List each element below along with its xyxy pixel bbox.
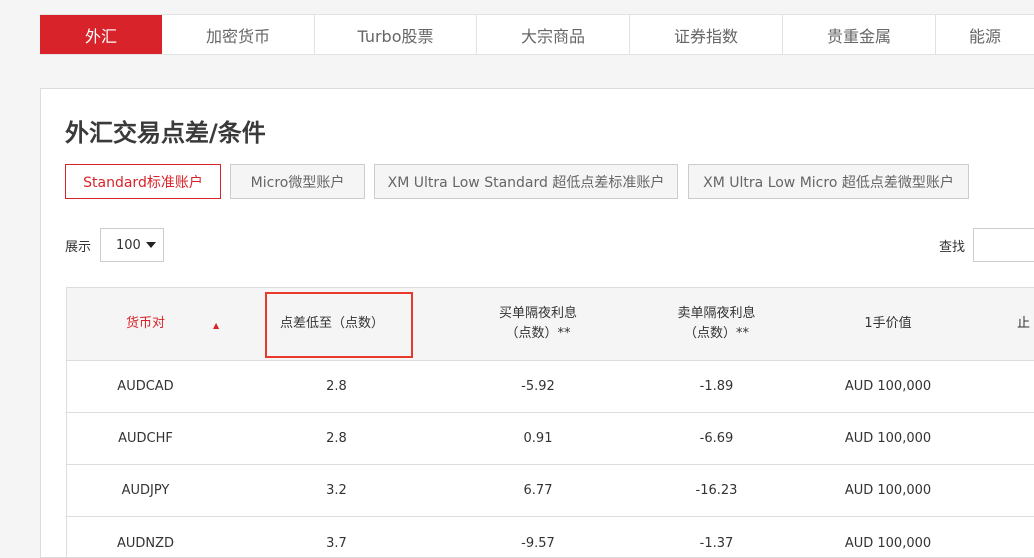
column-header-swap-long[interactable]: 买单隔夜利息 （点数）** [449,288,627,360]
tab-energy[interactable]: 能源 [936,15,1034,54]
cell-lot-value: AUD 100,000 [844,431,932,446]
cell-swap-long: -9.57 [521,536,555,551]
cell-spread: 3.7 [326,536,347,551]
table-header: 货币对 ▲ 点差低至（点数） 买单隔夜利息 （点数）** 卖单隔夜利息 （点数）… [67,288,1034,361]
cell-swap-long: -5.92 [521,379,555,394]
tab-precious-metals[interactable]: 贵重金属 [783,15,936,54]
table-row[interactable]: AUDJPY 3.2 6.77 -16.23 AUD 100,000 [67,465,1034,517]
account-standard-button[interactable]: Standard标准账户 [65,164,221,199]
instrument-tabs: 外汇 加密货币 Turbo股票 大宗商品 证券指数 贵重金属 能源 [40,14,1034,55]
cell-lot-value: AUD 100,000 [844,379,932,394]
column-header-swap-short[interactable]: 卖单隔夜利息 （点数）** [627,288,806,360]
spreads-panel: 外汇交易点差/条件 Standard标准账户 Micro微型账户 XM Ultr… [40,88,1034,558]
table-row[interactable]: AUDCHF 2.8 0.91 -6.69 AUD 100,000 [67,413,1034,465]
account-ultra-low-standard-button[interactable]: XM Ultra Low Standard 超低点差标准账户 [374,164,678,199]
cell-currency-pair: AUDCAD [117,379,174,394]
cell-swap-short: -1.37 [699,536,734,551]
cell-swap-short: -16.23 [695,483,738,498]
cell-currency-pair: AUDCHF [118,431,173,446]
table-row[interactable]: AUDCAD 2.8 -5.92 -1.89 AUD 100,000 [67,361,1034,413]
cell-lot-value: AUD 100,000 [844,483,932,498]
show-entries-label: 展示 [65,240,92,255]
spread-column-highlight [265,292,413,358]
spreads-table: 货币对 ▲ 点差低至（点数） 买单隔夜利息 （点数）** 卖单隔夜利息 （点数）… [66,287,1034,557]
account-ultra-low-micro-button[interactable]: XM Ultra Low Micro 超低点差微型账户 [688,164,969,199]
cell-swap-long: 6.77 [523,483,553,498]
tab-crypto[interactable]: 加密货币 [162,15,315,54]
cell-swap-short: -6.69 [699,431,734,446]
page-title: 外汇交易点差/条件 [65,119,266,147]
sort-ascending-icon: ▲ [213,321,220,330]
cell-spread: 3.2 [326,483,347,498]
cell-spread: 2.8 [326,379,347,394]
cell-spread: 2.8 [326,431,347,446]
search-input[interactable] [973,228,1034,262]
show-entries-value: 100 [116,237,141,253]
search-label: 查找 [939,240,966,255]
table-row[interactable]: AUDNZD 3.7 -9.57 -1.37 AUD 100,000 [67,518,1034,557]
column-header-stop[interactable]: 止 [1017,288,1034,360]
tab-turbo-stocks[interactable]: Turbo股票 [315,15,477,54]
cell-currency-pair: AUDJPY [121,483,170,498]
column-header-currency-pair[interactable]: 货币对 [67,288,224,360]
cell-lot-value: AUD 100,000 [844,536,932,551]
show-entries-select[interactable]: 100 [100,228,164,262]
cell-swap-short: -1.89 [699,379,734,394]
tab-indices[interactable]: 证券指数 [630,15,783,54]
tab-forex[interactable]: 外汇 [40,15,162,54]
column-header-lot-value[interactable]: 1手价值 [806,288,970,360]
cell-swap-long: 0.91 [523,431,553,446]
tab-commodities[interactable]: 大宗商品 [477,15,630,54]
account-micro-button[interactable]: Micro微型账户 [230,164,365,199]
caret-down-icon [145,242,156,248]
cell-currency-pair: AUDNZD [116,536,175,551]
